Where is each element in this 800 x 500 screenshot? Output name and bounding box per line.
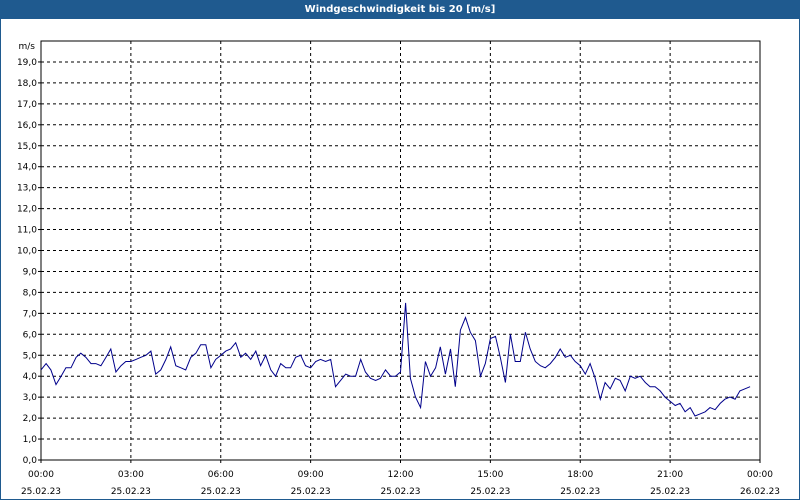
x-tick-date-label: 25.02.23	[560, 487, 600, 497]
y-tick-label: 7,0	[23, 309, 38, 319]
x-tick-date-label: 25.02.23	[380, 487, 420, 497]
y-tick-label: 1,0	[23, 435, 38, 445]
y-axis-unit-label: m/s	[19, 42, 36, 52]
x-tick-date-label: 25.02.23	[201, 487, 241, 497]
y-tick-label: 11,0	[17, 226, 37, 236]
y-tick-label: 10,0	[17, 247, 37, 257]
y-tick-label: 19,0	[17, 58, 37, 68]
y-tick-label: 14,0	[17, 163, 37, 173]
x-tick-time-label: 21:00	[657, 470, 683, 480]
y-tick-label: 2,0	[23, 414, 38, 424]
x-tick-date-label: 25.02.23	[650, 487, 690, 497]
x-tick-time-label: 00:00	[28, 470, 54, 480]
x-tick-time-label: 09:00	[298, 470, 324, 480]
y-tick-label: 6,0	[23, 330, 38, 340]
y-tick-label: 13,0	[17, 184, 37, 194]
x-tick-time-label: 03:00	[118, 470, 144, 480]
x-tick-date-label: 25.02.23	[291, 487, 331, 497]
x-tick-date-label: 25.02.23	[111, 487, 151, 497]
y-tick-label: 18,0	[17, 79, 37, 89]
x-tick-date-label: 25.02.23	[470, 487, 510, 497]
x-tick-time-label: 12:00	[388, 470, 414, 480]
y-tick-label: 0,0	[23, 456, 38, 466]
y-tick-label: 16,0	[17, 121, 37, 131]
y-tick-label: 5,0	[23, 351, 38, 361]
series-line	[40, 302, 751, 417]
y-tick-label: 12,0	[17, 205, 37, 215]
chart-window: Windgeschwindigkeit bis 20 [m/s] 0,0 1,0 2…	[0, 0, 800, 500]
x-tick-date-label: 25.02.23	[21, 487, 61, 497]
y-tick-label: 17,0	[17, 100, 37, 110]
y-tick-label: 3,0	[23, 393, 38, 403]
y-tick-label: 8,0	[23, 288, 38, 298]
x-tick-time-label: 18:00	[567, 470, 593, 480]
y-tick-label: 15,0	[17, 142, 37, 152]
x-tick-date-label: 26.02.23	[740, 487, 780, 497]
x-tick-time-label: 00:00	[747, 470, 773, 480]
y-tick-label: 9,0	[23, 267, 38, 277]
chart-svg: 0,0 1,0 2,0 3,0 4,0 5,0 6,0 7,0 8,0 9,0 10,0 11,0 12…	[17, 40, 780, 497]
x-tick-time-label: 06:00	[208, 470, 234, 480]
x-tick-time-label: 15:00	[477, 470, 503, 480]
y-tick-label: 4,0	[23, 372, 38, 382]
